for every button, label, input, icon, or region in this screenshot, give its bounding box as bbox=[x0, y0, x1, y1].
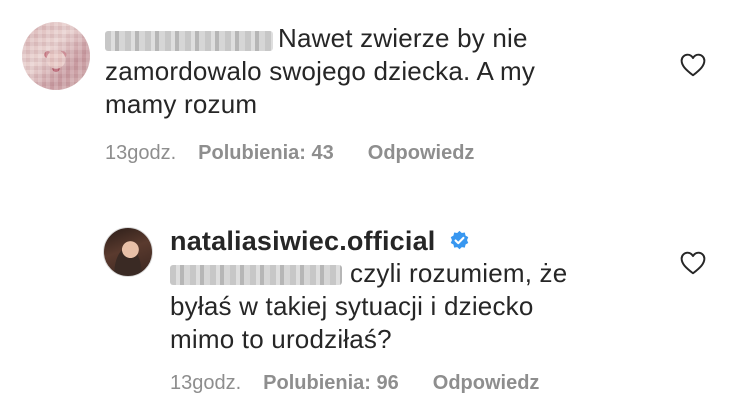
likes-count[interactable]: Polubienia: 96 bbox=[263, 372, 399, 394]
comment-time[interactable]: 13godz. bbox=[105, 142, 176, 164]
comment-username[interactable]: nataliasiwiec.official bbox=[170, 226, 436, 257]
heart-outline-icon[interactable] bbox=[680, 251, 706, 275]
comment-time[interactable]: 13godz. bbox=[170, 372, 241, 394]
commenter-avatar[interactable] bbox=[22, 22, 90, 90]
reply-button[interactable]: Odpowiedz bbox=[433, 372, 540, 394]
comment-text: czyli rozumiem, że byłaś w takiej sytuac… bbox=[170, 258, 568, 354]
author-avatar[interactable] bbox=[103, 227, 153, 277]
heart-outline-icon[interactable] bbox=[680, 53, 706, 77]
comment-meta: 13godz. Polubienia: 43 Odpowiedz bbox=[105, 142, 474, 165]
likes-count[interactable]: Polubienia: 43 bbox=[198, 142, 334, 164]
comments-thread: Nawet zwierze by nie zamordowalo swojego… bbox=[0, 0, 748, 418]
comment-text: Nawet zwierze by nie zamordowalo swojego… bbox=[105, 23, 536, 119]
pixelation-overlay bbox=[22, 22, 90, 90]
comment-meta: 13godz. Polubienia: 96 Odpowiedz bbox=[170, 372, 539, 395]
verified-badge-icon bbox=[450, 230, 469, 250]
reply-button[interactable]: Odpowiedz bbox=[368, 142, 475, 164]
